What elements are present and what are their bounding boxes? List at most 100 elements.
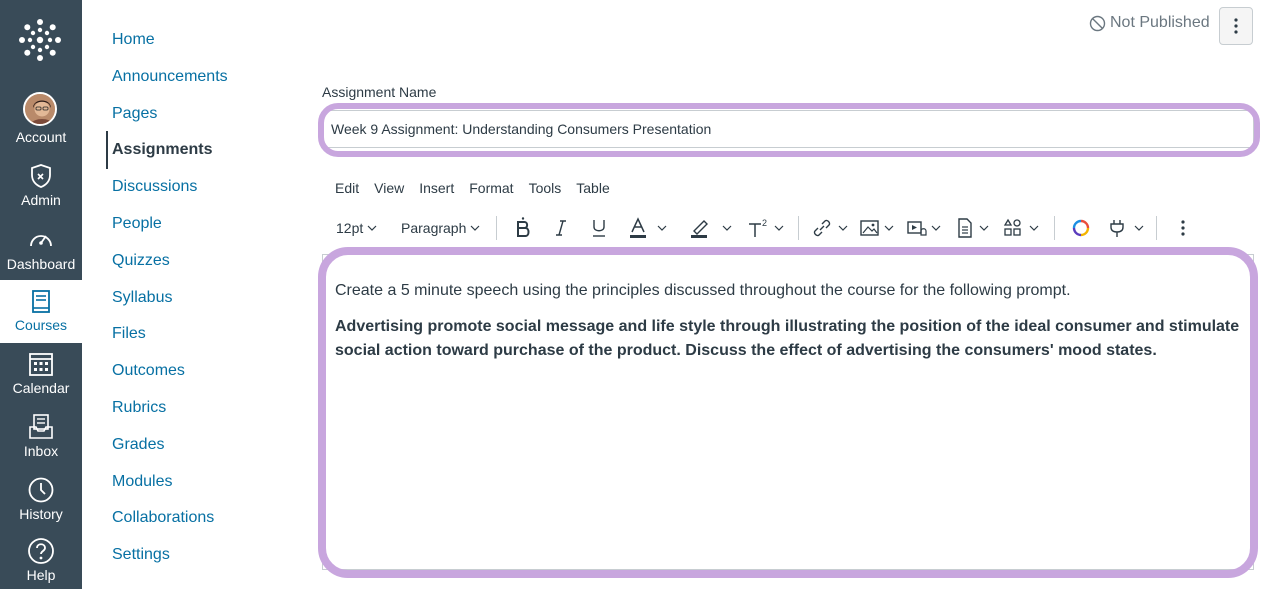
- editor-paragraph-instructions: Create a 5 minute speech using the princ…: [335, 282, 1071, 299]
- menu-format[interactable]: Format: [469, 180, 513, 196]
- global-nav-label: Inbox: [23, 443, 59, 459]
- toolbar-separator: [1054, 216, 1055, 240]
- chevron-down-icon: [657, 225, 667, 231]
- clock-icon: [28, 477, 54, 503]
- underline-button[interactable]: [591, 216, 607, 240]
- canvas-logo-icon[interactable]: [17, 17, 63, 63]
- menu-insert[interactable]: Insert: [419, 180, 454, 196]
- menu-tools[interactable]: Tools: [529, 180, 562, 196]
- chevron-down-icon: [1134, 225, 1144, 231]
- question-icon: [28, 538, 54, 564]
- publish-status[interactable]: Not Published: [1089, 14, 1210, 32]
- global-nav-courses[interactable]: Courses: [0, 280, 82, 343]
- bold-icon: [517, 217, 530, 237]
- underline-icon: [593, 220, 605, 237]
- assignment-name-input[interactable]: [322, 110, 1254, 148]
- publish-status-label: Not Published: [1110, 14, 1210, 31]
- document-button[interactable]: [957, 216, 989, 240]
- italic-button[interactable]: [554, 216, 568, 240]
- global-nav-label: History: [19, 506, 63, 522]
- options-menu-button[interactable]: [1219, 7, 1253, 45]
- global-nav-admin[interactable]: Admin: [0, 162, 82, 224]
- editor-toolbar: 12pt Paragraph 2: [322, 210, 1254, 246]
- superscript-icon: 2: [749, 218, 767, 237]
- editor-menubar: Edit View Insert Format Tools Table: [335, 180, 625, 196]
- course-nav-collaborations[interactable]: Collaborations: [112, 508, 214, 528]
- course-nav-assignments[interactable]: Assignments: [112, 140, 212, 160]
- course-nav-home[interactable]: Home: [112, 30, 155, 50]
- image-button[interactable]: [860, 216, 894, 240]
- bold-button[interactable]: [515, 216, 533, 240]
- chevron-down-icon: [774, 225, 784, 231]
- apps-plug-icon: [1003, 218, 1021, 236]
- link-button[interactable]: [812, 216, 848, 240]
- global-nav-label: Dashboard: [6, 256, 76, 272]
- block-format-select[interactable]: Paragraph: [401, 216, 480, 240]
- global-nav-label: Help: [26, 567, 56, 583]
- course-nav-discussions[interactable]: Discussions: [112, 177, 197, 197]
- more-tools-button[interactable]: [1181, 216, 1185, 240]
- superscript-button[interactable]: 2: [748, 216, 784, 240]
- highlight-color-button[interactable]: [690, 216, 732, 240]
- plug-icon: [1110, 220, 1124, 237]
- book-icon: [32, 290, 50, 313]
- chevron-down-icon: [470, 225, 480, 231]
- shield-icon: [31, 164, 51, 188]
- block-format-value: Paragraph: [401, 220, 467, 236]
- font-size-select[interactable]: 12pt: [336, 216, 377, 240]
- global-nav-help[interactable]: Help: [0, 537, 82, 589]
- calendar-icon: [29, 353, 53, 376]
- rich-content-editor[interactable]: Create a 5 minute speech using the princ…: [322, 254, 1254, 570]
- text-color-button[interactable]: [629, 216, 667, 240]
- course-nav-quizzes[interactable]: Quizzes: [112, 251, 170, 271]
- global-nav-history[interactable]: History: [0, 476, 82, 538]
- global-nav-inbox[interactable]: Inbox: [0, 413, 82, 475]
- global-nav-label: Admin: [21, 192, 61, 208]
- toolbar-separator: [496, 216, 497, 240]
- italic-icon: [556, 220, 566, 236]
- course-nav-modules[interactable]: Modules: [112, 472, 172, 492]
- menu-view[interactable]: View: [374, 180, 404, 196]
- course-nav-grades[interactable]: Grades: [112, 435, 164, 455]
- chevron-down-icon: [722, 225, 732, 231]
- highlighter-icon: [691, 220, 708, 238]
- media-icon: [907, 221, 927, 236]
- chevron-down-icon: [367, 225, 377, 231]
- global-nav: Account Admin Dashboard Courses Calendar…: [0, 0, 82, 589]
- plugin-button[interactable]: [1108, 216, 1144, 240]
- course-nav-files[interactable]: Files: [112, 324, 146, 344]
- chevron-down-icon: [931, 225, 941, 231]
- course-nav-settings[interactable]: Settings: [112, 545, 170, 565]
- global-nav-label: Courses: [14, 317, 68, 333]
- chevron-down-icon: [884, 225, 894, 231]
- course-nav-active-indicator: [106, 131, 108, 169]
- global-nav-account[interactable]: Account: [0, 92, 82, 154]
- font-size-value: 12pt: [336, 220, 364, 236]
- unpublished-icon: [1089, 15, 1106, 31]
- global-nav-dashboard[interactable]: Dashboard: [0, 226, 82, 288]
- menu-edit[interactable]: Edit: [335, 180, 359, 196]
- chevron-down-icon: [979, 225, 989, 231]
- apps-button[interactable]: [1003, 216, 1039, 240]
- image-icon: [860, 220, 879, 236]
- course-nav-pages[interactable]: Pages: [112, 104, 157, 124]
- user-avatar: [23, 92, 57, 126]
- spinner-tool-button[interactable]: [1072, 216, 1090, 240]
- chevron-down-icon: [1029, 225, 1039, 231]
- kebab-icon: [1181, 220, 1185, 236]
- inbox-icon: [29, 414, 53, 439]
- course-nav-announcements[interactable]: Announcements: [112, 67, 228, 87]
- global-nav-label: Account: [15, 129, 67, 145]
- speedometer-icon: [30, 235, 52, 247]
- svg-text:2: 2: [762, 218, 767, 228]
- course-nav-syllabus[interactable]: Syllabus: [112, 288, 172, 308]
- editor-paragraph-prompt: Advertising promote social message and l…: [335, 318, 1240, 359]
- colorful-swirl-icon: [1072, 219, 1090, 237]
- course-nav-people[interactable]: People: [112, 214, 162, 234]
- menu-table[interactable]: Table: [576, 180, 609, 196]
- media-button[interactable]: [907, 216, 941, 240]
- course-nav-rubrics[interactable]: Rubrics: [112, 398, 166, 418]
- course-nav-outcomes[interactable]: Outcomes: [112, 361, 185, 381]
- global-nav-calendar[interactable]: Calendar: [0, 350, 82, 412]
- toolbar-separator: [1156, 216, 1157, 240]
